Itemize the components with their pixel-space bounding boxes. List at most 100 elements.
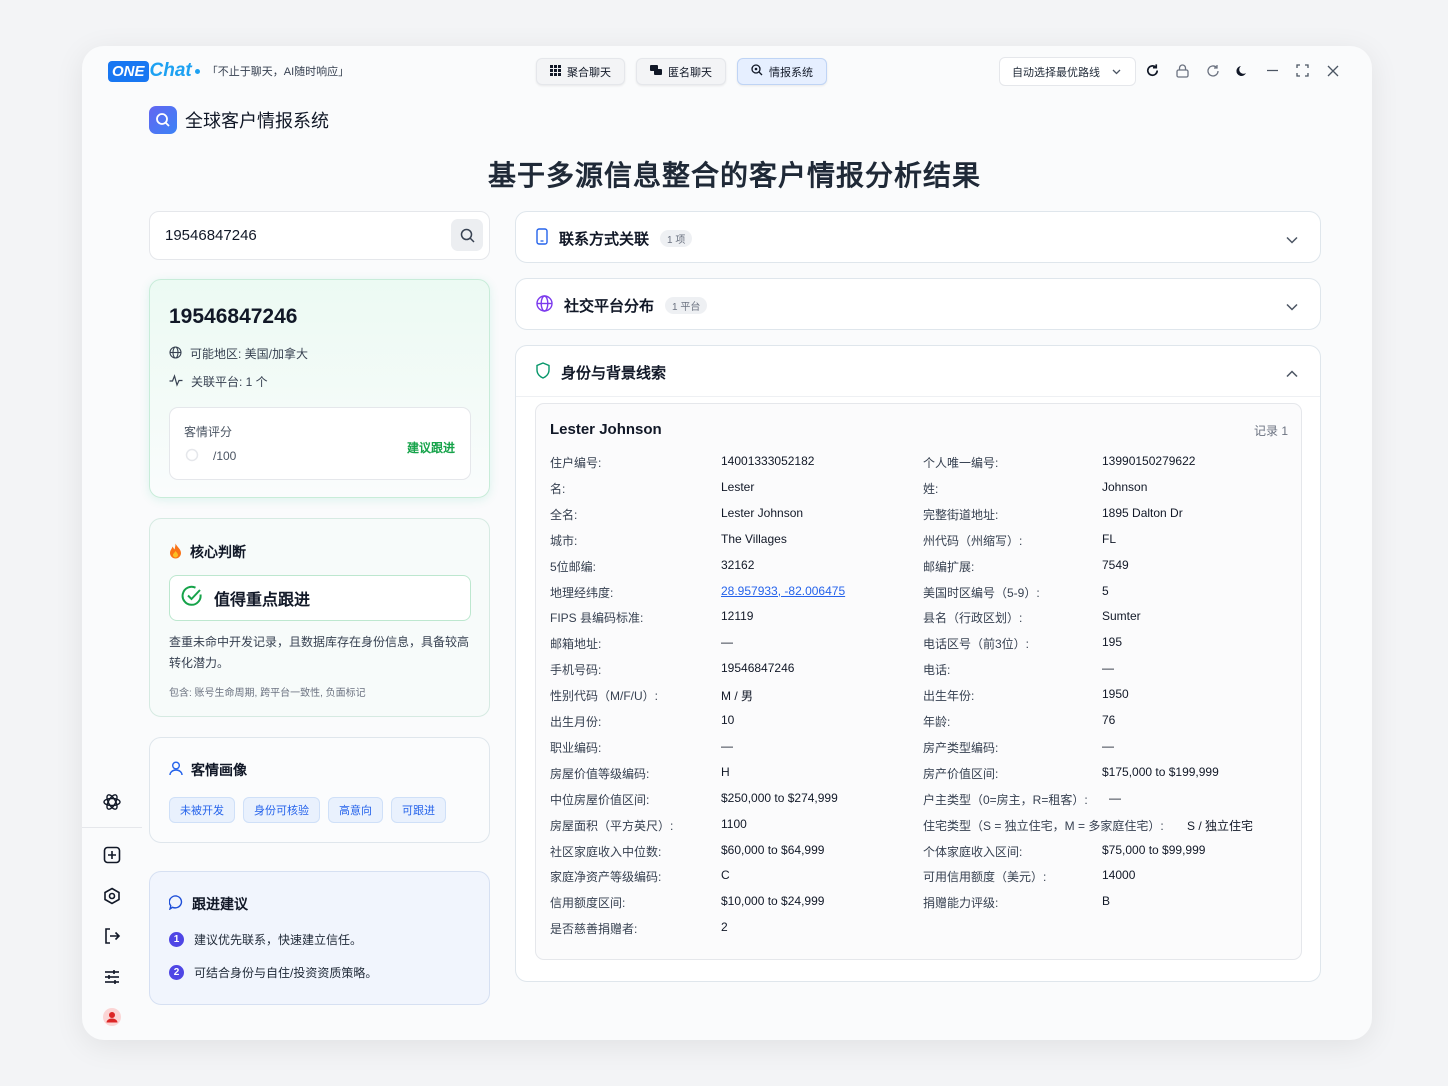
- history-icon[interactable]: [1204, 62, 1221, 79]
- search-button[interactable]: [451, 219, 483, 251]
- plugin-icon[interactable]: [101, 885, 123, 907]
- field-value: —: [1102, 661, 1114, 676]
- field-value: B: [1102, 894, 1111, 909]
- minimize-icon[interactable]: [1264, 62, 1281, 79]
- chevron-down-icon: [1112, 66, 1121, 78]
- lock-icon[interactable]: [1174, 62, 1191, 79]
- geo-link[interactable]: 28.957933, -82.006475: [721, 584, 845, 598]
- field-label: 社区家庭收入中位数:: [550, 844, 662, 859]
- record-field: 个人唯一编号: 13990150279622: [923, 454, 1195, 471]
- verdict-text: 值得重点跟进: [214, 592, 311, 609]
- chevron-down-icon[interactable]: [1286, 231, 1298, 249]
- tab-label: 聚合聊天: [567, 66, 611, 79]
- field-value: S / 独立住宅: [1187, 818, 1254, 833]
- mode-tabs: 聚合聊天 匿名聊天 情报系统: [536, 58, 827, 85]
- accordion-contact-links[interactable]: 联系方式关联 1 项: [515, 211, 1321, 263]
- settings-sliders-icon[interactable]: [101, 966, 123, 988]
- search-box: [149, 211, 490, 260]
- chevron-down-icon[interactable]: [1286, 298, 1298, 316]
- score-box: 客情评分 /100 建议跟进: [169, 407, 471, 480]
- field-value: 7549: [1102, 557, 1129, 572]
- field-label: 5位邮编:: [550, 559, 597, 574]
- region-row: 可能地区: 美国/加拿大: [169, 345, 308, 362]
- field-value: 14001333052182: [721, 454, 815, 468]
- record-field: 职业编码: —: [550, 739, 733, 756]
- record-field: 社区家庭收入中位数: $60,000 to $64,999: [550, 843, 824, 860]
- field-value: —: [721, 738, 733, 753]
- field-value: 19546847246: [721, 661, 795, 676]
- field-label: 个体家庭收入区间:: [923, 844, 1023, 859]
- search-input[interactable]: [165, 227, 435, 244]
- field-label: 出生年份:: [923, 689, 975, 704]
- record-field: 全名: Lester Johnson: [550, 506, 803, 523]
- moon-icon[interactable]: [1234, 62, 1251, 79]
- tag: 高意向: [328, 797, 383, 823]
- field-value: 1100: [721, 816, 747, 831]
- accordion-identity-background: 身份与背景线索 Lester Johnson 记录 1 住户编号: 1400133…: [515, 345, 1321, 982]
- record-field: 房产价值区间: $175,000 to $199,999: [923, 765, 1219, 782]
- field-value: Johnson: [1102, 479, 1148, 494]
- field-value: $175,000 to $199,999: [1102, 764, 1219, 779]
- top-bar: ONE Chat 「不止于聊天，AI随时响应」 聚合聊天 匿名聊天 情报系统 自…: [82, 46, 1372, 98]
- record-field: 县名（行政区划）: Sumter: [923, 609, 1141, 626]
- record-field: 邮编扩展: 7549: [923, 558, 1129, 575]
- record-field: 邮箱地址: —: [550, 635, 733, 652]
- field-value: 10: [721, 713, 735, 727]
- tab-aggregate-chat[interactable]: 聚合聊天: [536, 58, 625, 85]
- record-field: 是否慈善捐赠者: 2: [550, 920, 728, 937]
- core-header: 核心判断: [169, 542, 246, 562]
- field-value: $60,000 to $64,999: [721, 842, 825, 857]
- close-icon[interactable]: [1324, 62, 1341, 79]
- new-chat-icon[interactable]: [101, 844, 123, 866]
- user-avatar-icon[interactable]: [101, 1006, 123, 1028]
- tag: 可跟进: [391, 797, 446, 823]
- record-field: 可用信用额度（美元）: 14000: [923, 868, 1135, 885]
- record-field: 电话区号（前3位）: 195: [923, 635, 1122, 652]
- core-judgement-card: 核心判断 值得重点跟进 查重未命中开发记录，且数据库存在身份信息，具备较高转化潜…: [149, 518, 490, 717]
- record-name: Lester Johnson: [550, 421, 662, 438]
- score-ring-icon: [185, 448, 199, 467]
- field-value: FL: [1102, 531, 1117, 546]
- step-number: 1: [169, 932, 184, 947]
- field-value: H: [721, 764, 730, 779]
- logout-icon[interactable]: [101, 925, 123, 947]
- logo-chat: Chat: [149, 60, 192, 81]
- tag: 未被开发: [169, 797, 235, 823]
- count-badge: 1 项: [660, 230, 693, 247]
- record-field: 完整街道地址: 1895 Dalton Dr: [923, 506, 1183, 523]
- accordion-social-platforms[interactable]: 社交平台分布 1 平台: [515, 278, 1321, 330]
- refresh-icon[interactable]: [1144, 62, 1161, 79]
- field-label: 中位房屋价值区间:: [550, 792, 650, 807]
- accordion-header[interactable]: 身份与背景线索: [536, 362, 666, 383]
- tab-anonymous-chat[interactable]: 匿名聊天: [636, 58, 726, 85]
- region-text: 可能地区: 美国/加拿大: [190, 347, 309, 361]
- route-select[interactable]: 自动选择最优路线: [999, 57, 1136, 86]
- followup-text: 可结合身份与自住/投资资质策略。: [194, 966, 378, 980]
- field-value: —: [721, 635, 733, 650]
- field-value: M / 男: [721, 689, 753, 704]
- grid-icon: [550, 64, 561, 79]
- field-value: —: [1109, 790, 1121, 805]
- count-badge: 1 平台: [665, 297, 708, 314]
- field-value: 13990150279622: [1102, 454, 1196, 468]
- user-icon: [169, 761, 183, 779]
- chevron-up-icon[interactable]: [1286, 365, 1298, 383]
- record-field: FIPS 县编码标准: 12119: [550, 609, 753, 626]
- fullscreen-icon[interactable]: [1294, 62, 1311, 79]
- field-label: 姓:: [923, 481, 939, 496]
- app-logo: ONE Chat 「不止于聊天，AI随时响应」: [108, 60, 349, 82]
- field-label: 户主类型（0=房主，R=租客）:: [923, 792, 1088, 807]
- field-value: $250,000 to $274,999: [721, 790, 838, 805]
- field-label: 房屋面积（平方英尺）:: [550, 818, 674, 833]
- logo-one: ONE: [108, 60, 149, 82]
- field-label: 城市:: [550, 533, 578, 548]
- record-field: 电话: —: [923, 661, 1114, 678]
- search-icon: [149, 106, 177, 134]
- openai-icon[interactable]: [101, 791, 123, 813]
- followup-text: 建议优先联系，快速建立信任。: [194, 933, 363, 947]
- page-title: 基于多源信息整合的客户情报分析结果: [487, 160, 981, 191]
- field-value: Lester Johnson: [721, 505, 804, 520]
- field-value: $10,000 to $24,999: [721, 894, 825, 909]
- field-label: 出生月份:: [550, 715, 602, 729]
- tab-intel-system[interactable]: 情报系统: [737, 58, 827, 85]
